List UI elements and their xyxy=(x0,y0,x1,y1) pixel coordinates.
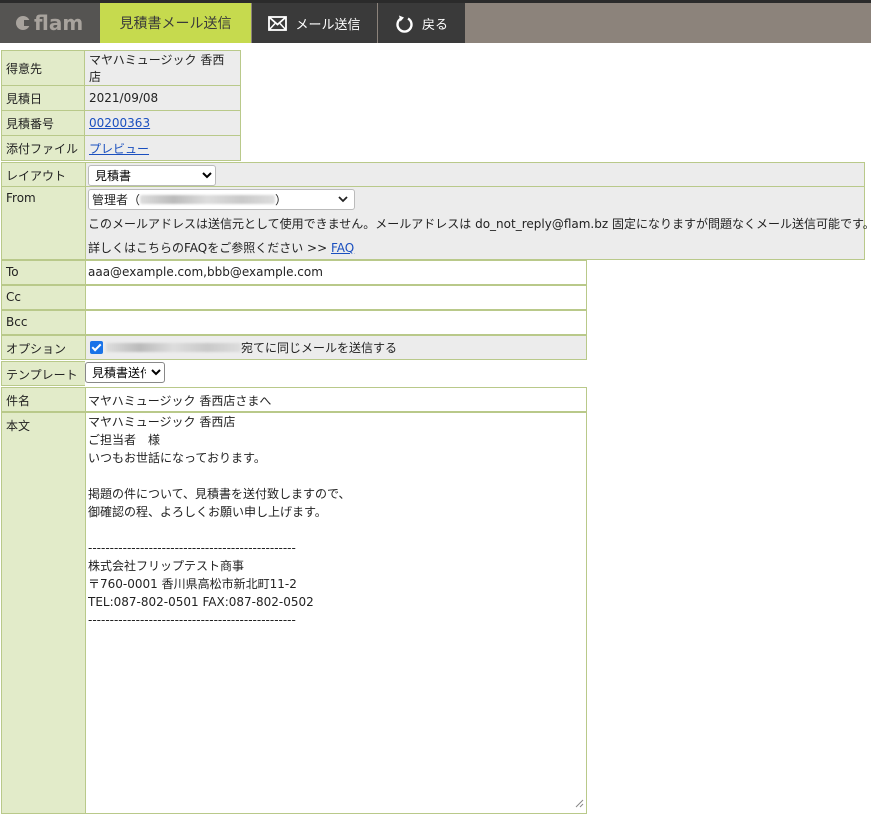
bcc-label: Bcc xyxy=(1,310,85,335)
subject-label: 件名 xyxy=(1,387,85,412)
option-label: オプション xyxy=(1,335,85,360)
body-label: 本文 xyxy=(1,412,85,814)
preview-link[interactable]: プレビュー xyxy=(89,142,149,156)
faq-link[interactable]: FAQ xyxy=(331,241,354,255)
redacted-email xyxy=(140,195,276,204)
tab-estimate-mail[interactable]: 見積書メール送信 xyxy=(100,3,251,43)
template-label: テンプレート xyxy=(1,361,85,386)
cc-row: Cc xyxy=(1,285,587,310)
faq-prefix: 詳しくはこちらのFAQをご参照ください >> xyxy=(88,241,331,255)
option-checkbox[interactable] xyxy=(90,341,103,354)
faq-line: 詳しくはこちらのFAQをご参照ください >> FAQ xyxy=(88,239,862,257)
customer-label: 得意先 xyxy=(1,50,85,86)
date-label: 見積日 xyxy=(1,85,85,111)
envelope-icon xyxy=(268,15,288,31)
customer-value: マヤハミュージック 香西店 xyxy=(84,50,241,86)
from-row: From 管理者（ ） このメールアドレスは送信元として使用できません。メールア… xyxy=(1,186,871,260)
estimate-number-link[interactable]: 00200363 xyxy=(89,116,150,130)
bcc-row: Bcc xyxy=(1,310,587,335)
subject-row: 件名 マヤハミュージック 香西店さまへ xyxy=(1,387,587,412)
body-row: 本文 xyxy=(1,412,587,814)
number-label: 見積番号 xyxy=(1,110,85,136)
chevron-down-icon xyxy=(338,193,348,207)
to-row: To aaa@example.com,bbb@example.com xyxy=(1,260,587,285)
send-mail-label: メール送信 xyxy=(295,17,361,33)
from-label: From xyxy=(1,186,85,260)
cc-input[interactable] xyxy=(85,285,587,310)
logo-text: flam xyxy=(34,11,84,35)
tab-estimate-mail-label: 見積書メール送信 xyxy=(119,16,232,32)
option-row: オプション 宛てに同じメールを送信する xyxy=(1,335,587,360)
layout-select[interactable]: 見積書 xyxy=(88,165,216,186)
option-text: 宛てに同じメールを送信する xyxy=(241,341,398,355)
back-label: 戻る xyxy=(421,17,448,33)
logo-icon xyxy=(16,16,31,30)
from-notice: このメールアドレスは送信元として使用できません。メールアドレスは do_not_… xyxy=(88,217,871,231)
body-textarea[interactable] xyxy=(88,413,584,813)
to-label: To xyxy=(1,260,85,285)
redacted-address xyxy=(106,343,241,352)
subject-input[interactable]: マヤハミュージック 香西店さまへ xyxy=(85,387,587,412)
resize-handle-icon[interactable] xyxy=(575,797,584,811)
layout-label: レイアウト xyxy=(1,162,85,187)
app-logo[interactable]: flam xyxy=(0,3,100,43)
date-value: 2021/09/08 xyxy=(84,85,241,111)
from-select[interactable]: 管理者（ ） xyxy=(88,189,355,210)
bcc-input[interactable] xyxy=(85,310,587,335)
from-select-suffix: ） xyxy=(275,193,288,207)
estimate-info-table: 得意先 マヤハミュージック 香西店 見積日 2021/09/08 見積番号 00… xyxy=(1,50,241,161)
to-input[interactable]: aaa@example.com,bbb@example.com xyxy=(85,260,587,285)
back-icon xyxy=(396,15,413,33)
layout-row: レイアウト 見積書 xyxy=(1,162,865,187)
attachment-label: 添付ファイル xyxy=(1,135,85,161)
back-button[interactable]: 戻る xyxy=(378,3,465,43)
template-row: テンプレート 見積書送付 xyxy=(1,361,165,386)
from-select-prefix: 管理者（ xyxy=(92,193,141,207)
template-select[interactable]: 見積書送付 xyxy=(85,362,165,383)
send-mail-button[interactable]: メール送信 xyxy=(252,3,377,43)
cc-label: Cc xyxy=(1,285,85,310)
